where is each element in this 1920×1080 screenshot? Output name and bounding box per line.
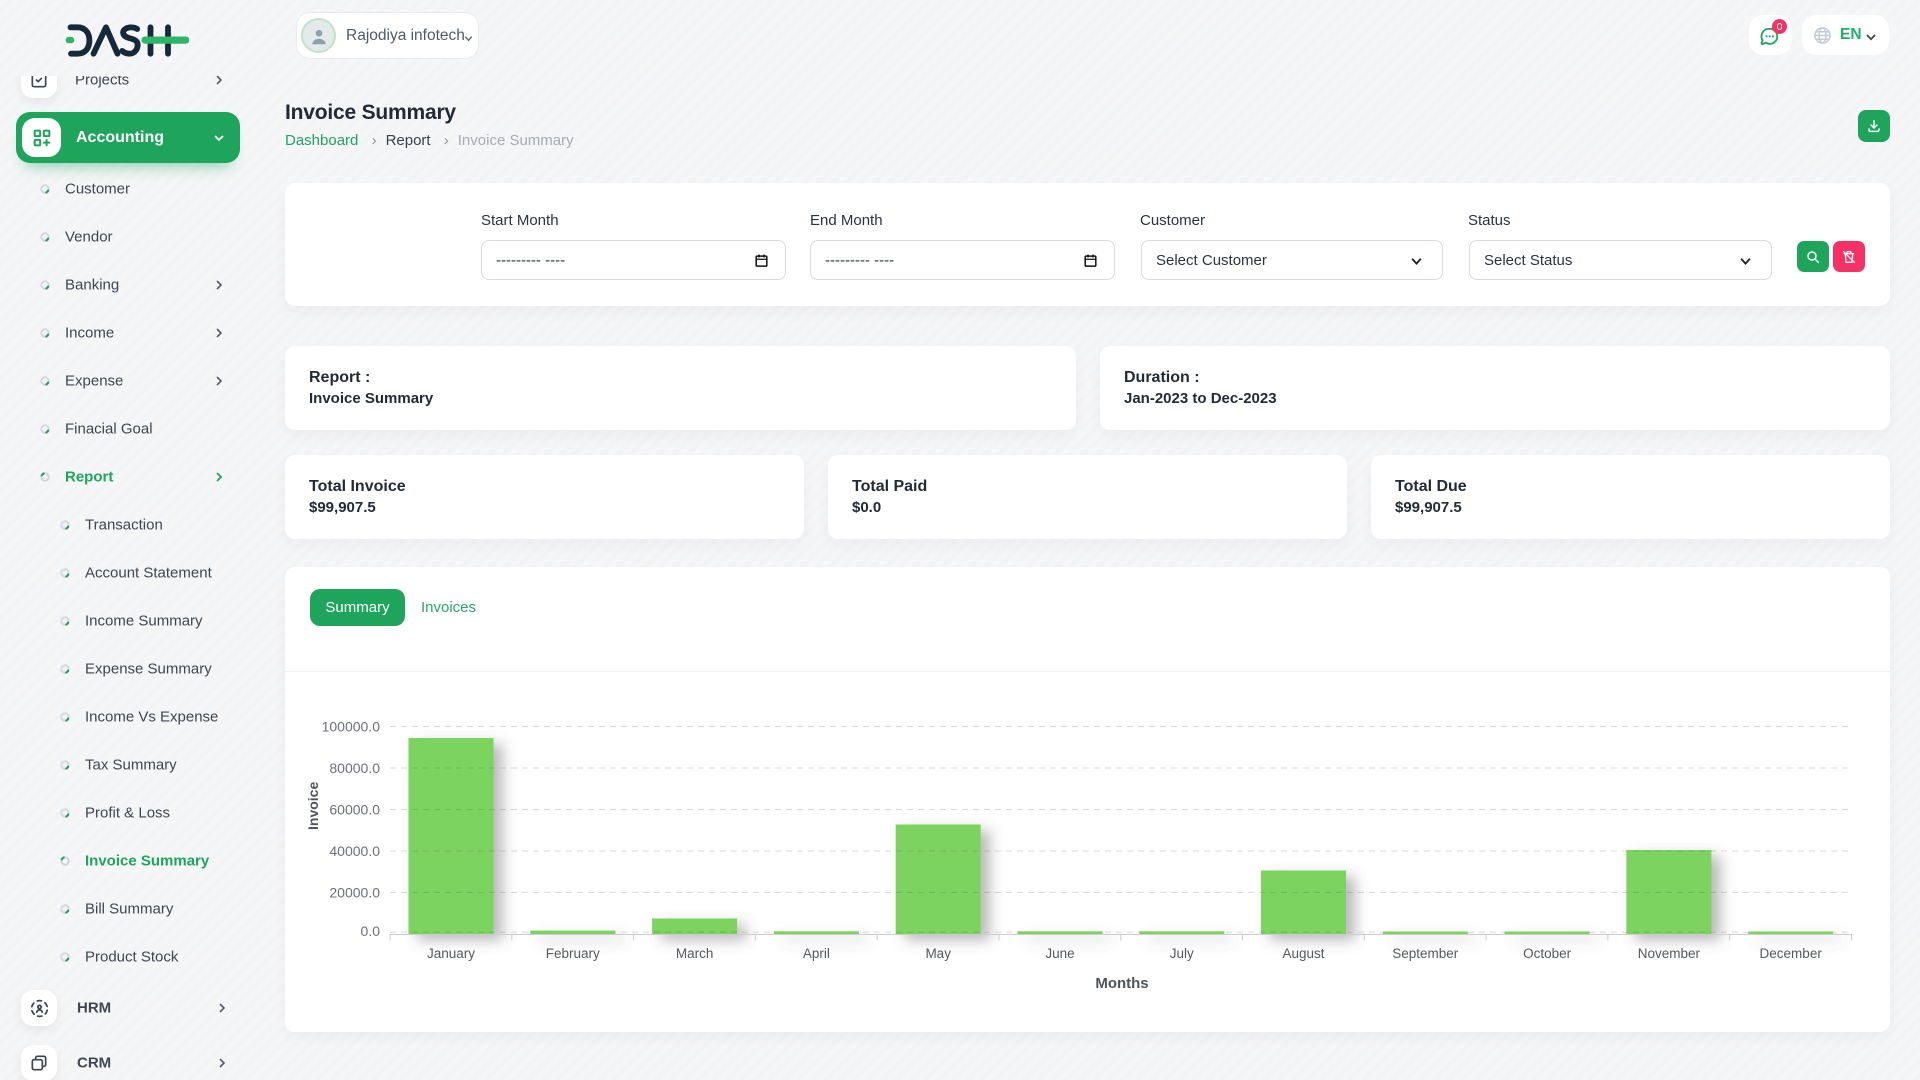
svg-text:February: February — [546, 946, 600, 961]
svg-text:November: November — [1638, 946, 1701, 961]
svg-text:40000.0: 40000.0 — [329, 843, 380, 859]
svg-text:August: August — [1282, 946, 1324, 961]
svg-text:60000.0: 60000.0 — [329, 802, 380, 818]
svg-text:20000.0: 20000.0 — [329, 885, 380, 901]
svg-text:May: May — [925, 946, 951, 961]
svg-text:0.0: 0.0 — [361, 923, 381, 939]
svg-text:July: July — [1170, 946, 1194, 961]
svg-text:Invoice: Invoice — [305, 782, 321, 830]
svg-text:January: January — [427, 946, 475, 961]
svg-text:September: September — [1392, 946, 1459, 961]
svg-text:June: June — [1045, 946, 1074, 961]
svg-text:80000.0: 80000.0 — [329, 760, 380, 776]
svg-text:100000.0: 100000.0 — [322, 719, 381, 735]
svg-text:December: December — [1760, 946, 1823, 961]
svg-text:Months: Months — [1095, 975, 1148, 992]
svg-text:April: April — [803, 946, 830, 961]
svg-text:October: October — [1523, 946, 1572, 961]
svg-text:March: March — [676, 946, 714, 961]
